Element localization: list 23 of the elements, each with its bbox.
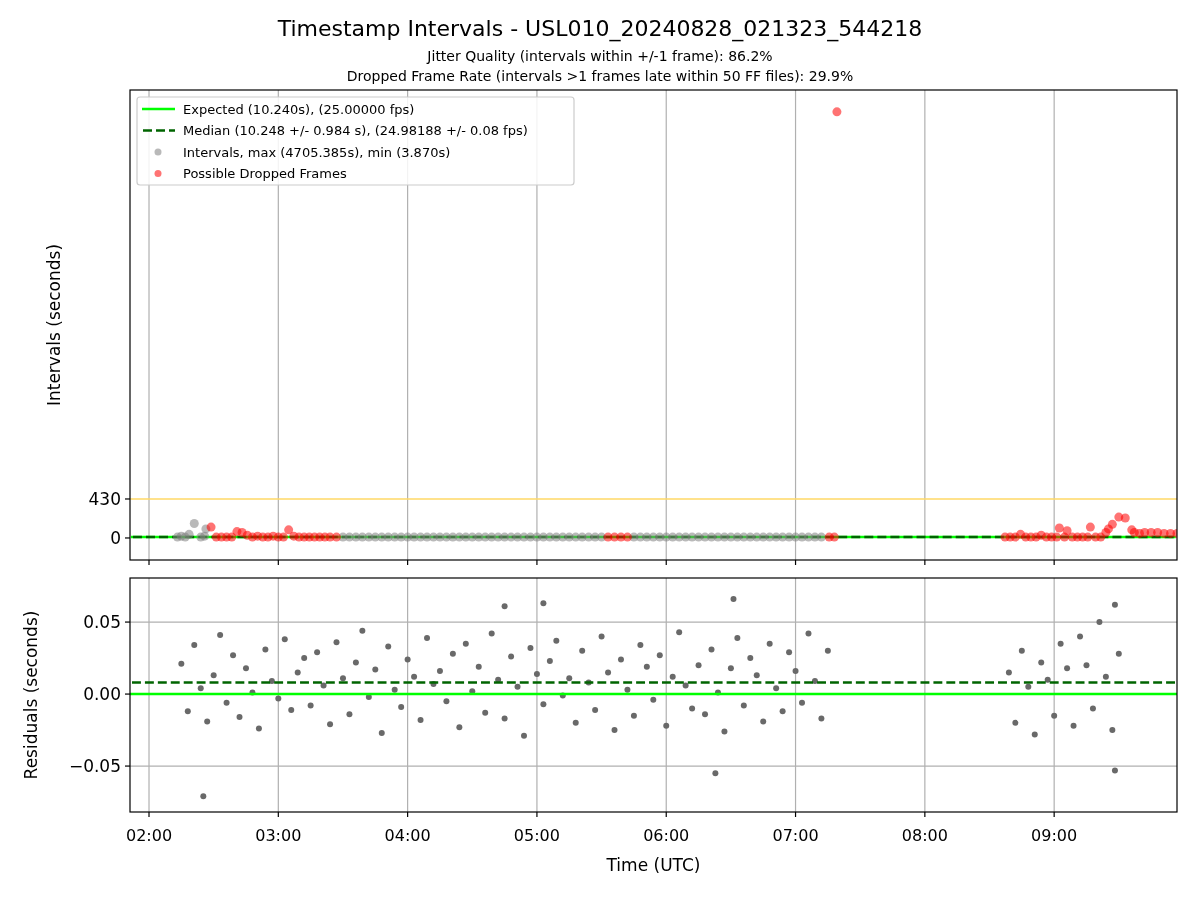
legend-label: Median (10.248 +/- 0.984 s), (24.98188 +/- 0.08 fps) bbox=[183, 123, 528, 138]
y-tick-label: 0.00 bbox=[83, 684, 121, 705]
y-axis-label: Residuals (seconds) bbox=[21, 610, 41, 780]
y-tick-label: 430 bbox=[88, 489, 121, 509]
figure-subtitle: Dropped Frame Rate (intervals >1 frames late within 50 FF files): 29.9% bbox=[346, 67, 854, 86]
x-tick-label: 08:00 bbox=[901, 826, 948, 845]
x-tick-label: 02:00 bbox=[125, 826, 173, 845]
legend-label: Intervals, max (4705.385s), min (3.870s) bbox=[183, 144, 451, 160]
y-tick-label: 0.05 bbox=[83, 612, 121, 633]
x-tick-label: 07:00 bbox=[772, 826, 819, 845]
figure-title: Timestamp Intervals - USL010_20240828_021323_544218 bbox=[277, 16, 923, 42]
y-tick-label: 0 bbox=[110, 527, 121, 548]
x-tick-label: 05:00 bbox=[513, 826, 560, 845]
figure-subtitle: Jitter Quality (intervals within +/-1 frame): 86.2% bbox=[427, 47, 773, 66]
x-tick-label: 09:00 bbox=[1031, 826, 1078, 845]
y-axis-label: Intervals (seconds) bbox=[44, 243, 64, 407]
x-tick-label: 04:00 bbox=[384, 826, 431, 845]
x-axis-label: Time (UTC) bbox=[606, 855, 701, 875]
legend-label: Expected (10.240s), (25.00000 fps) bbox=[183, 101, 415, 117]
y-tick-label: −0.05 bbox=[68, 756, 121, 777]
legend-label: Possible Dropped Frames bbox=[183, 166, 347, 181]
x-tick-label: 06:00 bbox=[643, 826, 690, 845]
x-tick-label: 03:00 bbox=[255, 826, 302, 845]
